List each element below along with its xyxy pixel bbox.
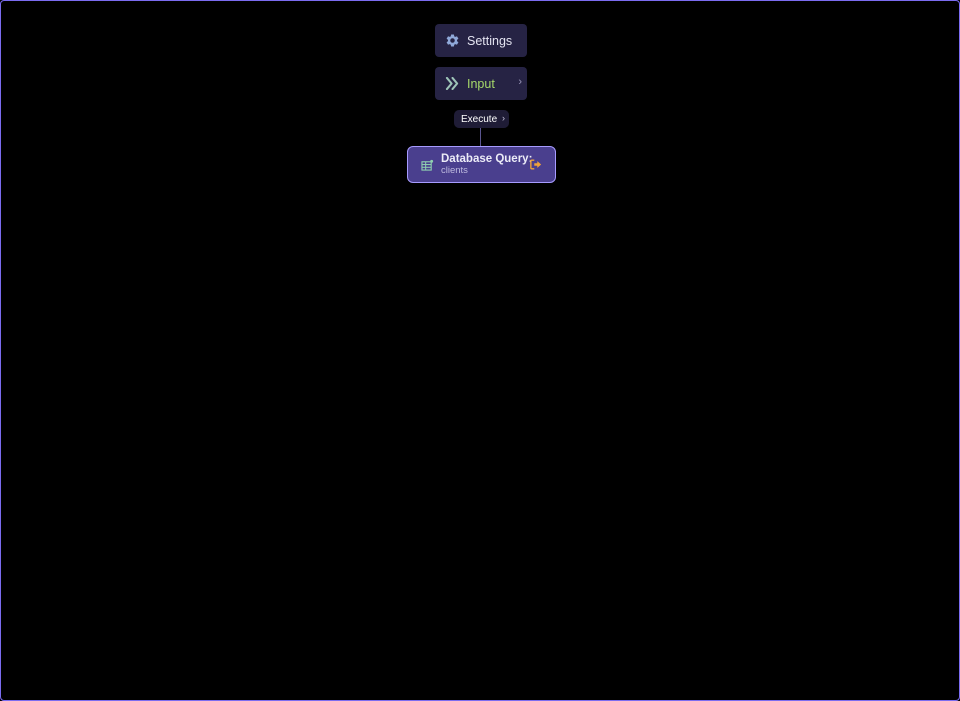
chevron-right-icon[interactable]: › — [502, 113, 505, 123]
input-label: Input — [467, 76, 495, 91]
connector-line — [480, 128, 481, 147]
database-table-icon — [421, 159, 434, 171]
settings-label: Settings — [467, 33, 513, 48]
input-node[interactable]: Input › — [435, 67, 527, 100]
database-query-text: Database Query: clients — [441, 153, 532, 175]
database-query-node[interactable]: Database Query: clients — [407, 146, 556, 183]
chevron-right-icon[interactable]: › — [518, 76, 522, 88]
execute-port[interactable]: Execute › — [454, 110, 509, 128]
flow-canvas[interactable]: Settings Input › Execute › Database Quer… — [0, 0, 960, 701]
execute-label: Execute — [461, 113, 498, 125]
double-chevron-right-icon — [445, 77, 460, 90]
settings-node[interactable]: Settings — [435, 24, 527, 57]
gear-icon — [445, 33, 460, 48]
exit-icon[interactable] — [530, 159, 542, 170]
database-query-subtitle: clients — [441, 164, 468, 176]
database-query-title: Database Query: — [441, 153, 533, 166]
